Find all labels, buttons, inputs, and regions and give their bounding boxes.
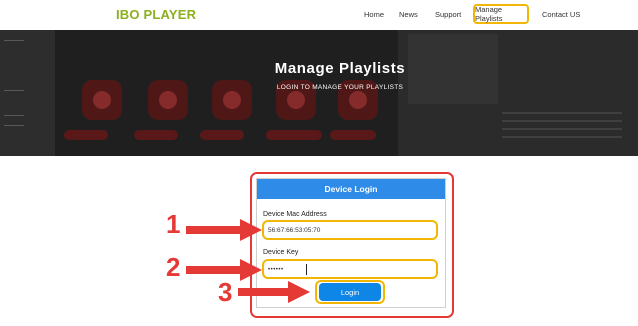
device-key-field-highlight	[262, 259, 438, 279]
mac-address-label: Device Mac Address	[263, 211, 327, 218]
arrow-right-icon	[238, 281, 310, 303]
mac-address-field-highlight	[262, 220, 438, 240]
hero-banner: Manage Playlists LOGIN TO MANAGE YOUR PL…	[0, 30, 638, 156]
step-number-1: 1	[166, 209, 181, 239]
hero-overlay	[0, 30, 638, 156]
mac-address-input[interactable]	[268, 225, 432, 236]
hero-title: Manage Playlists	[274, 60, 406, 77]
text-caret	[306, 264, 307, 275]
step-number-3: 3	[218, 277, 233, 307]
device-key-label: Device Key	[263, 249, 299, 256]
nav-manage-playlists-link[interactable]: Manage Playlists	[473, 4, 529, 24]
device-login-title: Device Login	[257, 179, 445, 199]
nav-support-link[interactable]: Support	[435, 10, 461, 19]
arrow-right-icon	[186, 219, 262, 241]
hero-subtitle: LOGIN TO MANAGE YOUR PLAYLISTS	[276, 84, 404, 91]
nav-home-link[interactable]: Home	[364, 10, 384, 19]
step-number-2: 2	[166, 252, 181, 282]
nav-news-link[interactable]: News	[399, 10, 418, 19]
top-navbar: IBO PLAYER Home News Support Manage Play…	[0, 0, 638, 30]
device-key-input[interactable]	[268, 264, 432, 275]
site-logo[interactable]: IBO PLAYER	[116, 7, 196, 22]
login-button[interactable]: Login	[319, 283, 381, 301]
nav-contact-link[interactable]: Contact US	[542, 10, 580, 19]
